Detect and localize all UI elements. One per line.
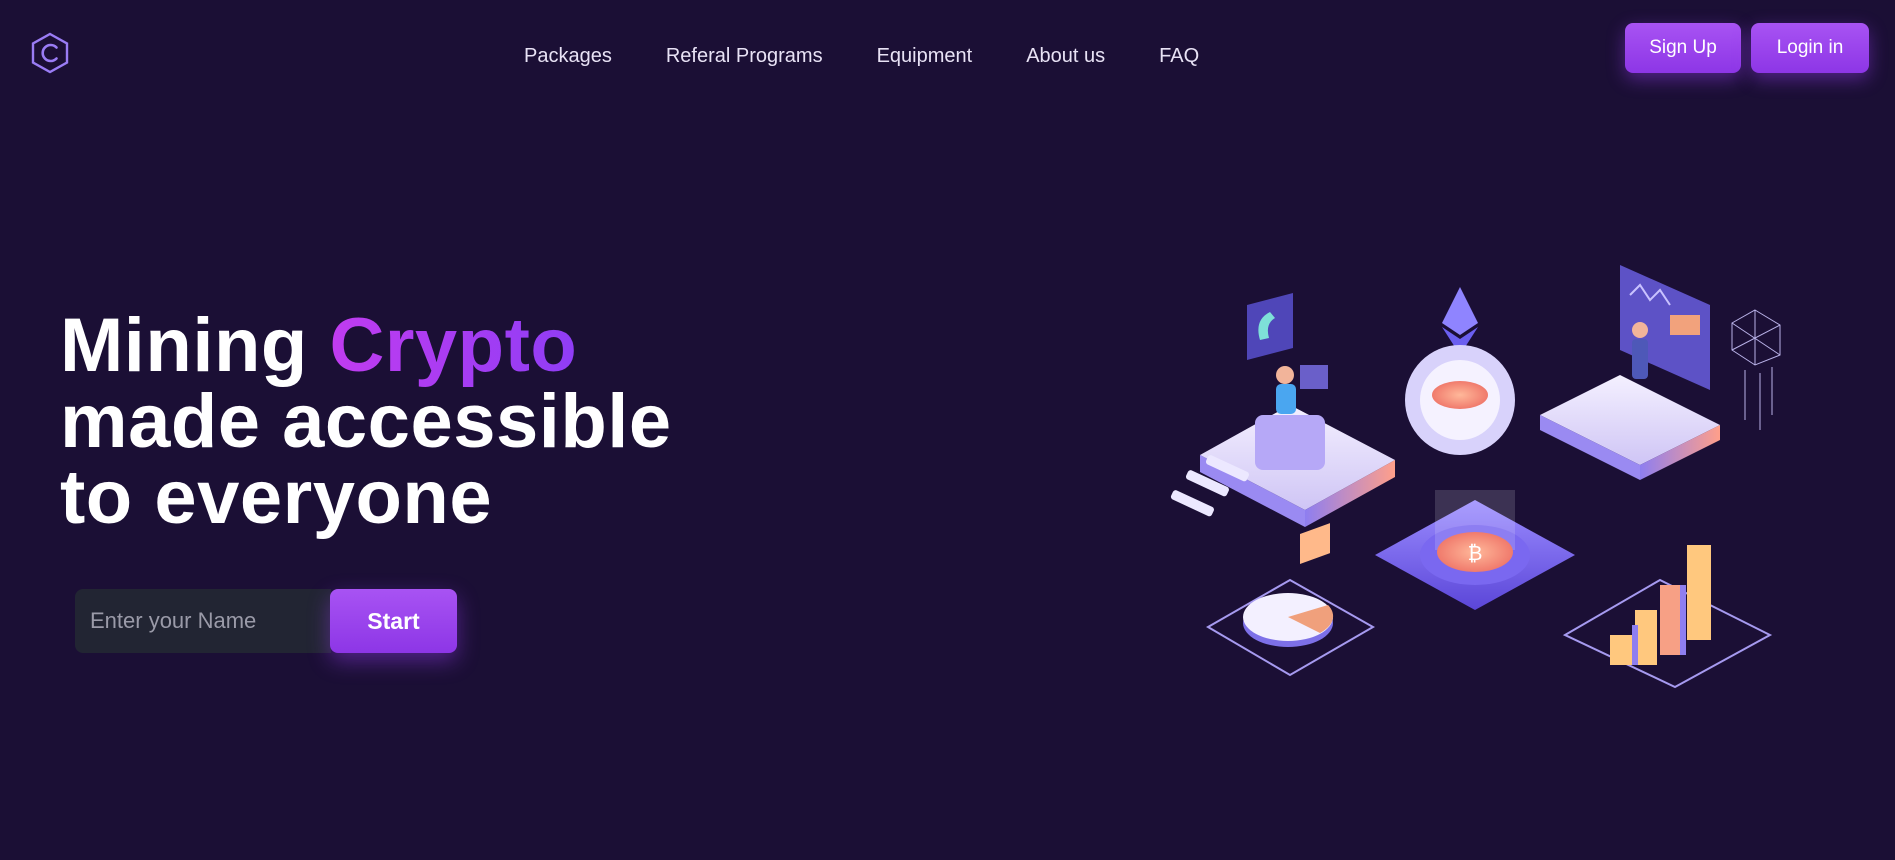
sign-up-button[interactable]: Sign Up: [1625, 23, 1741, 73]
hero-title-part1: Mining: [60, 303, 330, 388]
bar-chart-icon: [1562, 545, 1773, 689]
svg-text:₿: ₿: [1468, 541, 1483, 565]
hero-title: Mining Crypto made accessible to everyon…: [60, 308, 672, 536]
start-button[interactable]: Start: [330, 589, 457, 653]
network-globe-icon: [1731, 309, 1781, 430]
gear-icon: [1405, 345, 1515, 455]
hero-title-line2: made accessible: [60, 379, 672, 464]
main-nav: Packages Referal Programs Equipment Abou…: [524, 45, 1199, 68]
desk-platform: [1170, 365, 1395, 527]
login-button[interactable]: Login in: [1751, 23, 1869, 73]
nav-equipment[interactable]: Equipment: [877, 45, 973, 68]
name-input[interactable]: [75, 589, 331, 653]
nav-about-us[interactable]: About us: [1026, 45, 1105, 68]
pie-chart-icon: [1206, 523, 1376, 677]
bitcoin-coin-icon: ₿: [1375, 490, 1575, 610]
crypto-mining-illustration: ₿: [1170, 265, 1781, 689]
dashboard-platform: [1540, 265, 1720, 480]
nav-referal-programs[interactable]: Referal Programs: [666, 45, 823, 68]
hexagon-c-logo-icon[interactable]: [30, 32, 70, 74]
nav-packages[interactable]: Packages: [524, 45, 612, 68]
phone-icon: [1247, 293, 1293, 360]
nav-faq[interactable]: FAQ: [1159, 45, 1199, 68]
hero-title-accent: Crypto: [329, 303, 578, 388]
hero-title-line3: to everyone: [60, 455, 493, 540]
